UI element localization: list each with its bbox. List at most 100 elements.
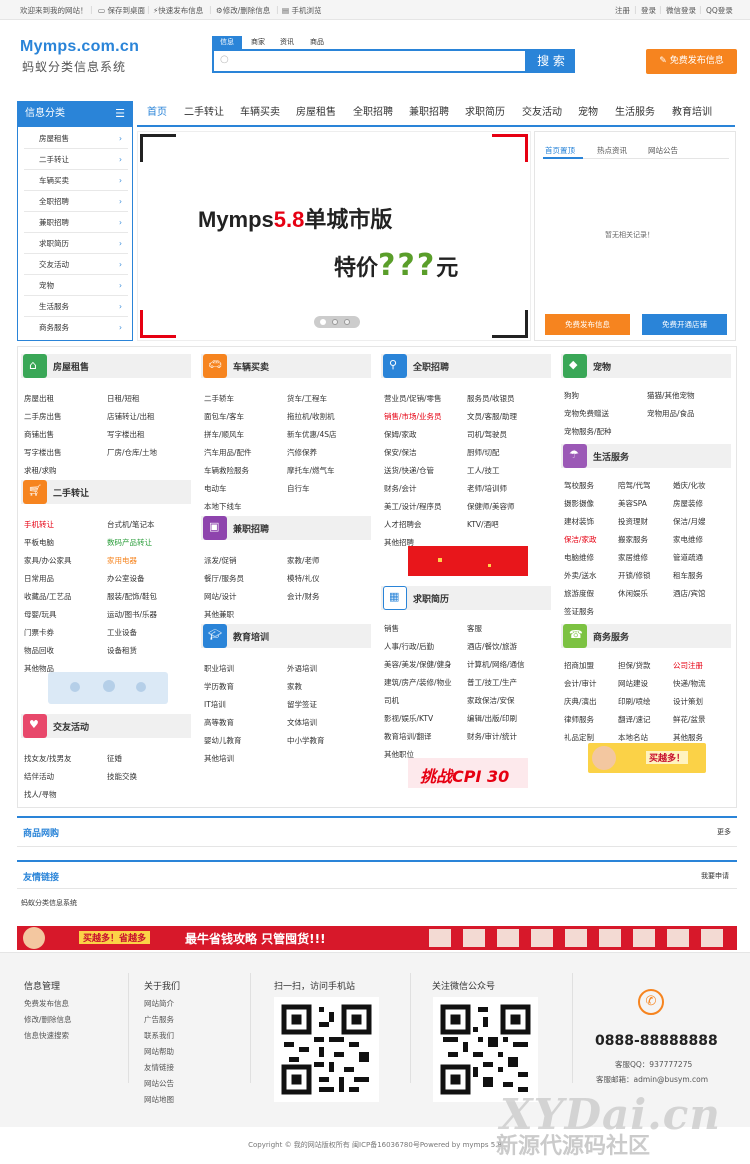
list-item[interactable]: 学历教育 [204, 681, 234, 692]
list-item[interactable]: 财务/审计/统计 [467, 731, 517, 742]
list-item[interactable]: 礼品定制 [564, 732, 594, 743]
save-desktop-link[interactable]: ▭ 保存到桌面 [98, 5, 145, 16]
footer-link[interactable]: 联系我们 [144, 1030, 174, 1041]
nav-pets[interactable]: 宠物 [578, 101, 598, 125]
list-item[interactable]: 营业员/促销/零售 [384, 393, 442, 404]
list-item[interactable]: 婴幼儿教育 [204, 735, 242, 746]
list-item[interactable]: 摄影摄像 [564, 498, 594, 509]
list-item[interactable]: 家教/老师 [287, 555, 320, 566]
list-item[interactable]: 结伴活动 [24, 771, 54, 782]
list-item[interactable]: 服装/配饰/鞋包 [107, 591, 157, 602]
ad-banner-blue[interactable] [48, 672, 168, 704]
list-item[interactable]: 保健师/美容师 [467, 501, 515, 512]
sidebar-item-fulltime[interactable]: 全职招聘 › [24, 192, 128, 212]
list-item[interactable]: 其他培训 [204, 753, 234, 764]
list-item[interactable]: 公司注册 [673, 660, 703, 671]
list-item[interactable]: 猫猫/其他宠物 [647, 390, 695, 401]
list-item[interactable]: 文员/客服/助理 [467, 411, 517, 422]
nav-house[interactable]: 房屋租售 [296, 101, 336, 125]
list-item[interactable]: 销售/市场/业务员 [384, 411, 442, 422]
list-item[interactable]: 家居维修 [618, 552, 648, 563]
nav-education[interactable]: 教育培训 [672, 101, 712, 125]
list-item[interactable]: 快递/物流 [673, 678, 706, 689]
nav-dating[interactable]: 交友活动 [522, 101, 562, 125]
list-item[interactable]: 物品回收 [24, 645, 54, 656]
list-item[interactable]: KTV/酒吧 [467, 519, 499, 530]
nav-secondhand[interactable]: 二手转让 [184, 101, 224, 125]
list-item[interactable]: 开锁/修锁 [618, 570, 651, 581]
list-item[interactable]: 美容SPA [618, 498, 647, 509]
list-item[interactable]: 旅游度假 [564, 588, 594, 599]
list-item[interactable]: 普工/技工/生产 [467, 677, 517, 688]
list-item[interactable]: 征婚 [107, 753, 122, 764]
list-item[interactable]: 酒店/宾馆 [673, 588, 706, 599]
list-item[interactable]: 宠物免费赠送 [564, 408, 609, 419]
list-item[interactable]: 面包车/客车 [204, 411, 244, 422]
list-item[interactable]: 保姆/家政 [384, 429, 417, 440]
slider-dots[interactable] [314, 316, 360, 328]
list-item[interactable]: 租车服务 [673, 570, 703, 581]
search-tab-news[interactable]: 资讯 [273, 36, 301, 49]
list-item[interactable]: 新车优惠/4S店 [287, 429, 337, 440]
sidebar-item-house[interactable]: 房屋租售 › [24, 129, 128, 149]
list-item[interactable]: 自行车 [287, 483, 310, 494]
list-item[interactable]: 文体培训 [287, 717, 317, 728]
list-item[interactable]: 管道疏通 [673, 552, 703, 563]
footer-link[interactable]: 信息快速搜索 [24, 1030, 69, 1041]
register-link[interactable]: 注册 [615, 5, 630, 16]
list-item[interactable]: 运动/图书/乐器 [107, 609, 157, 620]
list-item[interactable]: 本地名站 [618, 732, 648, 743]
list-item[interactable]: 工人/技工 [467, 465, 500, 476]
search-tab-shop[interactable]: 商家 [244, 36, 272, 49]
list-item[interactable]: 写字楼出租 [107, 429, 145, 440]
list-item[interactable]: 美容/美发/保健/健身 [384, 659, 452, 670]
sidebar-item-business[interactable]: 商务服务 › [24, 318, 128, 338]
list-item[interactable]: 休闲娱乐 [618, 588, 648, 599]
footer-link[interactable]: 免费发布信息 [24, 998, 69, 1009]
list-item[interactable]: 送货/快递/仓管 [384, 465, 434, 476]
post-info-button[interactable]: 免费发布信息 [545, 314, 630, 335]
ad-banner-red[interactable] [408, 546, 528, 576]
list-item[interactable]: 技能交换 [107, 771, 137, 782]
list-item[interactable]: 招商加盟 [564, 660, 594, 671]
list-item[interactable]: 宠物服务/配种 [564, 426, 612, 437]
nav-cars[interactable]: 车辆买卖 [240, 101, 280, 125]
shop-more-link[interactable]: 更多 [717, 827, 731, 837]
nav-life[interactable]: 生活服务 [615, 101, 655, 125]
list-item[interactable]: 教育培训/翻译 [384, 731, 432, 742]
list-item[interactable]: 服务员/收银员 [467, 393, 515, 404]
list-item[interactable]: 宠物用品/食品 [647, 408, 695, 419]
list-item[interactable]: 家具/办公家具 [24, 555, 72, 566]
list-item[interactable]: 家用电器 [107, 555, 137, 566]
nav-home[interactable]: 首页 [147, 101, 167, 125]
list-item[interactable]: 留学签证 [287, 699, 317, 710]
list-item[interactable]: 收藏品/工艺品 [24, 591, 72, 602]
list-item[interactable]: 影视/娱乐/KTV [384, 713, 433, 724]
list-item[interactable]: 店铺转让/出租 [107, 411, 155, 422]
list-item[interactable]: 电动车 [204, 483, 227, 494]
list-item[interactable]: 餐厅/服务员 [204, 573, 244, 584]
list-item[interactable]: 婚庆/化妆 [673, 480, 706, 491]
search-button[interactable]: 搜 索 [527, 49, 575, 73]
list-item[interactable]: 拖拉机/收割机 [287, 411, 335, 422]
list-item[interactable]: 网站/设计 [204, 591, 237, 602]
list-item[interactable]: 其他兼职 [204, 609, 234, 620]
list-item[interactable]: 工业设备 [107, 627, 137, 638]
list-item[interactable]: 写字楼出售 [24, 447, 62, 458]
long-ad-banner[interactable]: 买越多！省越多 最牛省钱攻略 只管囤货!!! [17, 926, 737, 950]
list-item[interactable]: 高等教育 [204, 717, 234, 728]
list-item[interactable]: 中小学教育 [287, 735, 325, 746]
list-item[interactable]: 日租/短租 [107, 393, 140, 404]
list-item[interactable]: 客服 [467, 623, 482, 634]
list-item[interactable]: 老师/培训师 [467, 483, 507, 494]
friend-link[interactable]: 蚂蚁分类信息系统 [21, 898, 77, 908]
footer-link[interactable]: 广告服务 [144, 1014, 174, 1025]
list-item[interactable]: 家电维修 [673, 534, 703, 545]
list-item[interactable]: 日常用品 [24, 573, 54, 584]
list-item[interactable]: 外语培训 [287, 663, 317, 674]
post-free-button[interactable]: ✎ 免费发布信息 [646, 49, 737, 74]
search-input[interactable]: ○ [212, 49, 527, 73]
login-link[interactable]: 登录 [641, 5, 656, 16]
sidebar-item-parttime[interactable]: 兼职招聘 › [24, 213, 128, 233]
list-item[interactable]: 美工/设计/程序员 [384, 501, 442, 512]
